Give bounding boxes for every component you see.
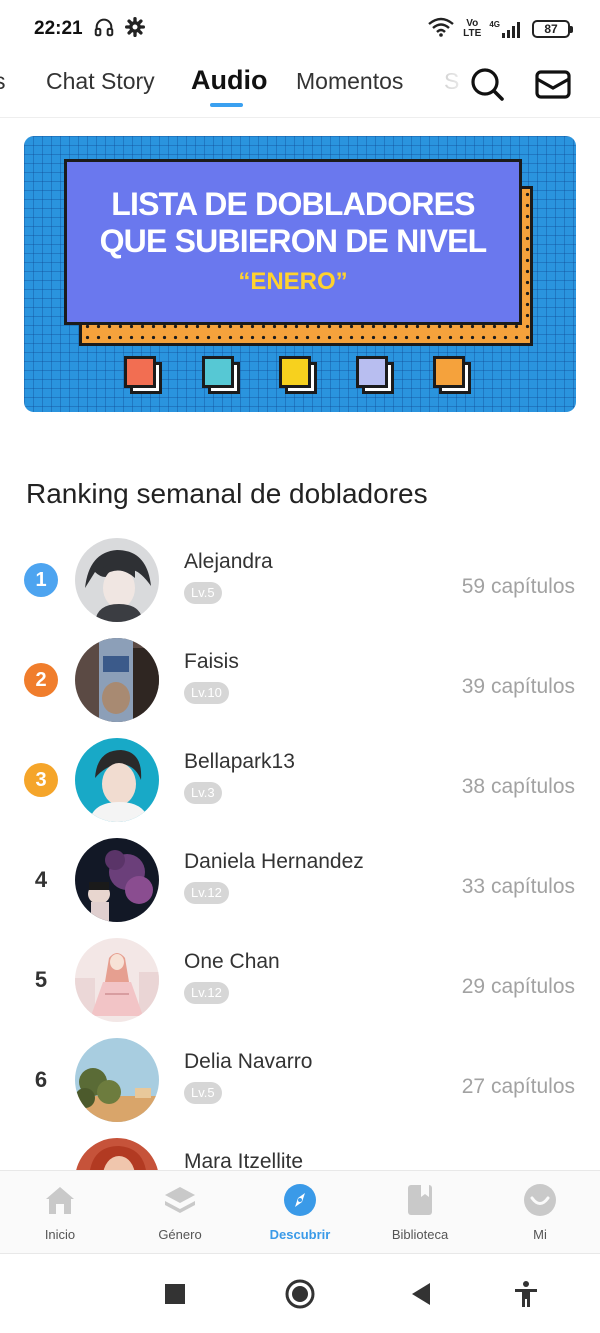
banner-square-teal bbox=[202, 356, 240, 394]
banner-title-line2: QUE SUBIERON DE NIVEL bbox=[99, 223, 488, 259]
promo-banner[interactable]: LISTA DE DOBLADORES QUE SUBIERON DE NIVE… bbox=[24, 136, 576, 412]
avatar[interactable] bbox=[75, 1138, 159, 1170]
active-tab-indicator bbox=[210, 103, 243, 107]
square-icon bbox=[165, 1284, 185, 1304]
user-name: Alejandra bbox=[184, 550, 273, 573]
user-name: Bellapark13 bbox=[184, 750, 295, 773]
tab-momentos[interactable]: Momentos bbox=[296, 68, 403, 95]
system-navigation-bar bbox=[0, 1255, 600, 1333]
tab-partial-left[interactable]: s bbox=[0, 68, 6, 95]
chapter-count: 29 capítulos bbox=[461, 975, 575, 998]
volte-indicator: Vo LTE bbox=[463, 19, 481, 39]
settings-gear-icon bbox=[124, 16, 145, 42]
search-icon bbox=[471, 68, 504, 101]
rank-number: 6 bbox=[34, 1067, 48, 1092]
user-name: Delia Navarro bbox=[184, 1050, 313, 1073]
search-button[interactable] bbox=[467, 64, 507, 104]
compass-icon bbox=[284, 1184, 316, 1216]
level-badge: Lv.5 bbox=[184, 582, 222, 604]
top-tab-bar: s Chat Story Audio Momentos S bbox=[0, 58, 600, 118]
rank-medal-badge: 2 bbox=[24, 663, 58, 697]
nav-label-descubrir: Descubrir bbox=[269, 1227, 331, 1242]
back-triangle-icon bbox=[412, 1283, 430, 1305]
volte-bottom: LTE bbox=[463, 28, 482, 39]
nav-item-inicio[interactable]: Inicio bbox=[0, 1179, 120, 1249]
accessibility-button[interactable] bbox=[509, 1279, 543, 1309]
profile-icon bbox=[524, 1184, 556, 1216]
signal-indicator: 4G bbox=[489, 20, 524, 38]
banner-square-orange bbox=[433, 356, 471, 394]
layers-icon bbox=[165, 1187, 195, 1213]
avatar[interactable] bbox=[75, 638, 159, 722]
nav-item-mi[interactable]: Mi bbox=[480, 1179, 600, 1249]
status-right: Vo LTE 4G 87 bbox=[427, 17, 573, 42]
avatar[interactable] bbox=[75, 1038, 159, 1122]
user-name: One Chan bbox=[184, 950, 280, 973]
avatar[interactable] bbox=[75, 538, 159, 622]
messages-button[interactable] bbox=[532, 64, 574, 104]
ranking-row[interactable]: 3 Bellapark13 Lv.3 38 capítulos bbox=[0, 730, 600, 830]
banner-panel: LISTA DE DOBLADORES QUE SUBIERON DE NIVE… bbox=[64, 159, 522, 325]
level-badge: Lv.10 bbox=[184, 682, 229, 704]
avatar[interactable] bbox=[75, 838, 159, 922]
chapter-count: 39 capítulos bbox=[461, 675, 575, 698]
ranking-list: 1 Alejandra Lv.5 59 capítulos 2 Faisis L… bbox=[0, 530, 600, 1170]
bottom-navigation: Inicio Género Descubrir Biblioteca Mi bbox=[0, 1170, 600, 1254]
level-badge: Lv.5 bbox=[184, 1082, 222, 1104]
status-left: 22:21 bbox=[34, 16, 145, 43]
rank-number: 5 bbox=[34, 967, 48, 992]
ranking-row[interactable]: 6 Delia Navarro Lv.5 27 capítulos bbox=[0, 1030, 600, 1130]
user-name: Daniela Hernandez bbox=[184, 850, 364, 873]
ranking-row[interactable]: 4 Daniela Hernandez Lv.12 33 capítulos bbox=[0, 830, 600, 930]
mail-icon bbox=[535, 70, 571, 99]
book-icon bbox=[408, 1185, 432, 1215]
ranking-row[interactable]: Mara Itzellite bbox=[0, 1130, 600, 1170]
signal-bars-icon bbox=[502, 22, 520, 38]
home-system-button[interactable] bbox=[283, 1279, 317, 1309]
banner-subtitle: “ENERO” bbox=[238, 268, 348, 295]
signal-label: 4G bbox=[489, 20, 500, 29]
nav-label-inicio: Inicio bbox=[44, 1227, 76, 1242]
tab-chat-story[interactable]: Chat Story bbox=[46, 68, 155, 95]
ranking-row[interactable]: 1 Alejandra Lv.5 59 capítulos bbox=[0, 530, 600, 630]
back-button[interactable] bbox=[404, 1279, 438, 1309]
nav-item-descubrir[interactable]: Descubrir bbox=[240, 1179, 360, 1249]
headphones-icon bbox=[93, 16, 115, 43]
status-bar: 22:21 Vo LTE 4G 87 bbox=[0, 0, 600, 58]
banner-title-line1: LISTA DE DOBLADORES bbox=[111, 186, 475, 222]
battery-indicator: 87 bbox=[532, 20, 573, 38]
level-badge: Lv.12 bbox=[184, 882, 229, 904]
clock: 22:21 bbox=[34, 18, 83, 39]
home-icon bbox=[46, 1187, 74, 1214]
chapter-count: 59 capítulos bbox=[461, 575, 575, 598]
recents-button[interactable] bbox=[158, 1279, 192, 1309]
nav-item-genero[interactable]: Género bbox=[120, 1179, 240, 1249]
user-name: Faisis bbox=[184, 650, 239, 673]
level-badge: Lv.3 bbox=[184, 782, 222, 804]
level-badge: Lv.12 bbox=[184, 982, 229, 1004]
nav-label-mi: Mi bbox=[533, 1227, 547, 1242]
banner-square-yellow bbox=[279, 356, 317, 394]
avatar[interactable] bbox=[75, 938, 159, 1022]
chapter-count: 27 capítulos bbox=[461, 1075, 575, 1098]
circle-home-icon bbox=[285, 1279, 315, 1309]
tab-audio[interactable]: Audio bbox=[191, 65, 267, 96]
ranking-title: Ranking semanal de dobladores bbox=[26, 478, 428, 509]
ranking-row[interactable]: 2 Faisis Lv.10 39 capítulos bbox=[0, 630, 600, 730]
avatar[interactable] bbox=[75, 738, 159, 822]
banner-square-lavender bbox=[356, 356, 394, 394]
accessibility-icon bbox=[515, 1281, 537, 1307]
nav-item-biblioteca[interactable]: Biblioteca bbox=[360, 1179, 480, 1249]
wifi-icon bbox=[427, 17, 455, 42]
rank-medal-badge: 1 bbox=[24, 563, 58, 597]
nav-label-biblioteca: Biblioteca bbox=[391, 1227, 449, 1242]
chapter-count: 38 capítulos bbox=[461, 775, 575, 798]
user-name: Mara Itzellite bbox=[184, 1150, 304, 1170]
rank-number: 4 bbox=[34, 867, 48, 892]
rank-medal-badge: 3 bbox=[24, 763, 58, 797]
chapter-count: 33 capítulos bbox=[461, 875, 575, 898]
ranking-row[interactable]: 5 One Chan Lv.12 29 capítulos bbox=[0, 930, 600, 1030]
banner-square-red bbox=[124, 356, 162, 394]
nav-label-genero: Género bbox=[158, 1227, 202, 1242]
